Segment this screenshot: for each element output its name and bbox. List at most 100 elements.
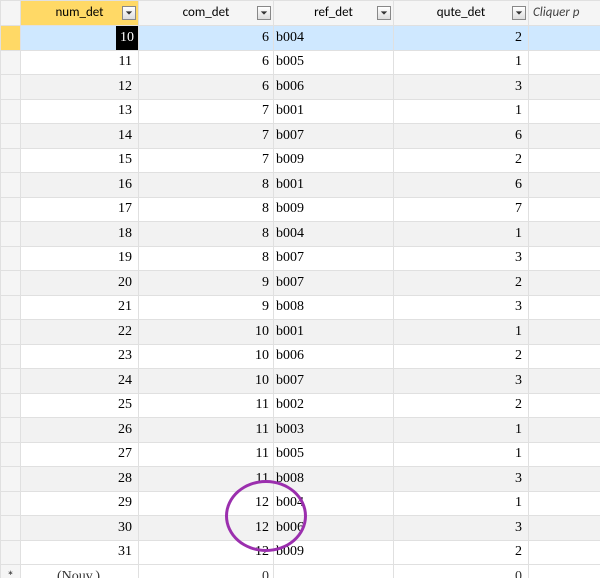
cell-ref_det[interactable]: b009 (274, 540, 394, 565)
cell-num_det[interactable]: 28 (21, 467, 139, 492)
row-selector[interactable] (1, 173, 21, 198)
cell-extra[interactable] (529, 540, 600, 565)
cell-ref_det[interactable]: b005 (274, 442, 394, 467)
cell-num_det[interactable]: 16 (21, 173, 139, 198)
col-header-qute_det[interactable]: qute_det (394, 1, 529, 26)
row-selector[interactable] (1, 369, 21, 394)
cell-num_det[interactable]: 12 (21, 75, 139, 100)
table-row[interactable]: 219b0083 (1, 295, 600, 320)
row-selector[interactable] (1, 442, 21, 467)
cell-extra[interactable] (529, 25, 600, 50)
cell-ref_det[interactable]: b001 (274, 320, 394, 345)
cell-ref_det[interactable]: b002 (274, 393, 394, 418)
cell-com_det[interactable]: 6 (139, 75, 274, 100)
cell-num_det[interactable]: (Nouv.) (21, 565, 139, 578)
cell-ref_det[interactable]: b005 (274, 50, 394, 75)
cell-extra[interactable] (529, 491, 600, 516)
row-selector[interactable] (1, 25, 21, 50)
cell-qute_det[interactable]: 7 (394, 197, 529, 222)
cell-ref_det[interactable] (274, 565, 394, 578)
row-selector[interactable] (1, 516, 21, 541)
cell-extra[interactable] (529, 197, 600, 222)
cell-ref_det[interactable]: b001 (274, 173, 394, 198)
cell-num_det[interactable]: 31 (21, 540, 139, 565)
cell-ref_det[interactable]: b008 (274, 295, 394, 320)
filter-dropdown-icon[interactable] (122, 6, 136, 20)
cell-extra[interactable] (529, 246, 600, 271)
table-row[interactable]: 2410b0073 (1, 369, 600, 394)
cell-extra[interactable] (529, 50, 600, 75)
table-row[interactable]: 116b0051 (1, 50, 600, 75)
cell-qute_det[interactable]: 1 (394, 50, 529, 75)
table-row[interactable]: 2811b0083 (1, 467, 600, 492)
cell-num_det[interactable]: 26 (21, 418, 139, 443)
row-selector[interactable] (1, 75, 21, 100)
table-row[interactable]: 2711b0051 (1, 442, 600, 467)
row-selector-header[interactable] (1, 1, 21, 26)
cell-qute_det[interactable]: 6 (394, 124, 529, 149)
cell-num_det[interactable]: 13 (21, 99, 139, 124)
table-row[interactable]: 106b0042 (1, 25, 600, 50)
cell-com_det[interactable]: 6 (139, 25, 274, 50)
cell-com_det[interactable]: 7 (139, 148, 274, 173)
cell-extra[interactable] (529, 75, 600, 100)
cell-num_det[interactable]: 14 (21, 124, 139, 149)
cell-com_det[interactable]: 6 (139, 50, 274, 75)
cell-qute_det[interactable]: 2 (394, 148, 529, 173)
row-selector[interactable] (1, 124, 21, 149)
cell-qute_det[interactable]: 3 (394, 516, 529, 541)
cell-extra[interactable] (529, 442, 600, 467)
cell-qute_det[interactable]: 2 (394, 344, 529, 369)
row-selector[interactable] (1, 197, 21, 222)
cell-extra[interactable] (529, 173, 600, 198)
new-row[interactable]: *(Nouv.)00 (1, 565, 600, 578)
table-row[interactable]: 147b0076 (1, 124, 600, 149)
table-row[interactable]: 178b0097 (1, 197, 600, 222)
cell-extra[interactable] (529, 271, 600, 296)
cell-extra[interactable] (529, 148, 600, 173)
cell-ref_det[interactable]: b006 (274, 344, 394, 369)
cell-qute_det[interactable]: 1 (394, 222, 529, 247)
filter-dropdown-icon[interactable] (257, 6, 271, 20)
row-selector[interactable] (1, 467, 21, 492)
row-selector[interactable] (1, 540, 21, 565)
cell-ref_det[interactable]: b009 (274, 148, 394, 173)
cell-qute_det[interactable]: 3 (394, 295, 529, 320)
cell-com_det[interactable]: 9 (139, 295, 274, 320)
cell-num_det[interactable]: 18 (21, 222, 139, 247)
table-row[interactable]: 2511b0022 (1, 393, 600, 418)
cell-com_det[interactable]: 12 (139, 540, 274, 565)
cell-num_det[interactable]: 11 (21, 50, 139, 75)
cell-com_det[interactable]: 8 (139, 173, 274, 198)
row-selector[interactable] (1, 344, 21, 369)
cell-com_det[interactable]: 11 (139, 467, 274, 492)
cell-num_det[interactable]: 27 (21, 442, 139, 467)
col-header-com_det[interactable]: com_det (139, 1, 274, 26)
cell-ref_det[interactable]: b007 (274, 271, 394, 296)
cell-extra[interactable] (529, 565, 600, 578)
cell-extra[interactable] (529, 393, 600, 418)
cell-qute_det[interactable]: 2 (394, 540, 529, 565)
cell-ref_det[interactable]: b007 (274, 369, 394, 394)
table-row[interactable]: 168b0016 (1, 173, 600, 198)
row-selector[interactable] (1, 148, 21, 173)
cell-extra[interactable] (529, 99, 600, 124)
cell-com_det[interactable]: 10 (139, 369, 274, 394)
cell-num_det[interactable]: 30 (21, 516, 139, 541)
table-row[interactable]: 3112b0092 (1, 540, 600, 565)
row-selector[interactable] (1, 295, 21, 320)
row-selector[interactable] (1, 50, 21, 75)
cell-ref_det[interactable]: b007 (274, 246, 394, 271)
new-row-marker[interactable]: * (1, 565, 21, 578)
cell-extra[interactable] (529, 516, 600, 541)
table-row[interactable]: 188b0041 (1, 222, 600, 247)
cell-ref_det[interactable]: b001 (274, 99, 394, 124)
cell-ref_det[interactable]: b004 (274, 222, 394, 247)
cell-ref_det[interactable]: b009 (274, 197, 394, 222)
cell-ref_det[interactable]: b004 (274, 25, 394, 50)
cell-ref_det[interactable]: b008 (274, 467, 394, 492)
cell-num_det[interactable]: 25 (21, 393, 139, 418)
cell-com_det[interactable]: 8 (139, 246, 274, 271)
cell-com_det[interactable]: 10 (139, 344, 274, 369)
filter-dropdown-icon[interactable] (377, 6, 391, 20)
